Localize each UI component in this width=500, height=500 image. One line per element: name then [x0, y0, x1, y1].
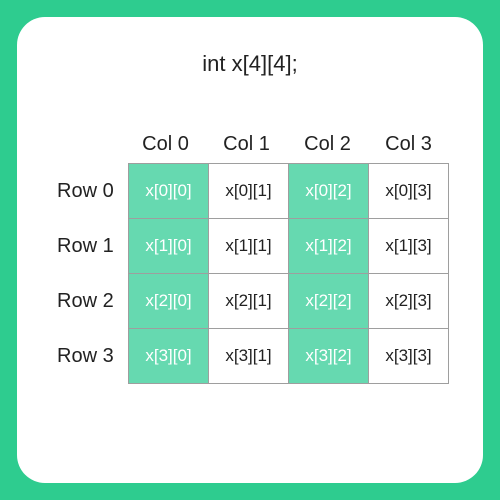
cell-0-1: x[0][1] [208, 163, 289, 219]
card: int x[4][4]; Col 0 Col 1 Col 2 Col 3 Row… [17, 17, 483, 483]
row-header-0: Row 0 [57, 180, 129, 203]
col-header-1: Col 1 [206, 133, 287, 164]
col-header-2: Col 2 [287, 133, 368, 164]
cell-2-3: x[2][3] [368, 273, 449, 329]
cell-0-2: x[0][2] [288, 163, 369, 219]
cell-2-1: x[2][1] [208, 273, 289, 329]
cell-3-1: x[3][1] [208, 328, 289, 384]
cell-3-0: x[3][0] [128, 328, 209, 384]
cell-0-0: x[0][0] [128, 163, 209, 219]
row-header-1: Row 1 [57, 235, 129, 258]
table-row: Row 1 x[1][0] x[1][1] x[1][2] x[1][3] [57, 219, 449, 274]
cell-1-2: x[1][2] [288, 218, 369, 274]
table-row: Row 2 x[2][0] x[2][1] x[2][2] x[2][3] [57, 274, 449, 329]
col-header-0: Col 0 [125, 133, 206, 164]
array-declaration: int x[4][4]; [41, 51, 459, 77]
cell-2-0: x[2][0] [128, 273, 209, 329]
cell-3-2: x[3][2] [288, 328, 369, 384]
table-row: Row 3 x[3][0] x[3][1] x[3][2] x[3][3] [57, 329, 449, 384]
cell-1-3: x[1][3] [368, 218, 449, 274]
cell-1-1: x[1][1] [208, 218, 289, 274]
column-headers: Col 0 Col 1 Col 2 Col 3 [125, 133, 449, 164]
cell-2-2: x[2][2] [288, 273, 369, 329]
cell-0-3: x[0][3] [368, 163, 449, 219]
table-body: Row 0 x[0][0] x[0][1] x[0][2] x[0][3] Ro… [57, 164, 449, 384]
cell-1-0: x[1][0] [128, 218, 209, 274]
row-header-2: Row 2 [57, 290, 129, 313]
col-header-3: Col 3 [368, 133, 449, 164]
table-row: Row 0 x[0][0] x[0][1] x[0][2] x[0][3] [57, 164, 449, 219]
row-header-3: Row 3 [57, 345, 129, 368]
array-grid: Col 0 Col 1 Col 2 Col 3 Row 0 x[0][0] x[… [41, 133, 459, 384]
cell-3-3: x[3][3] [368, 328, 449, 384]
